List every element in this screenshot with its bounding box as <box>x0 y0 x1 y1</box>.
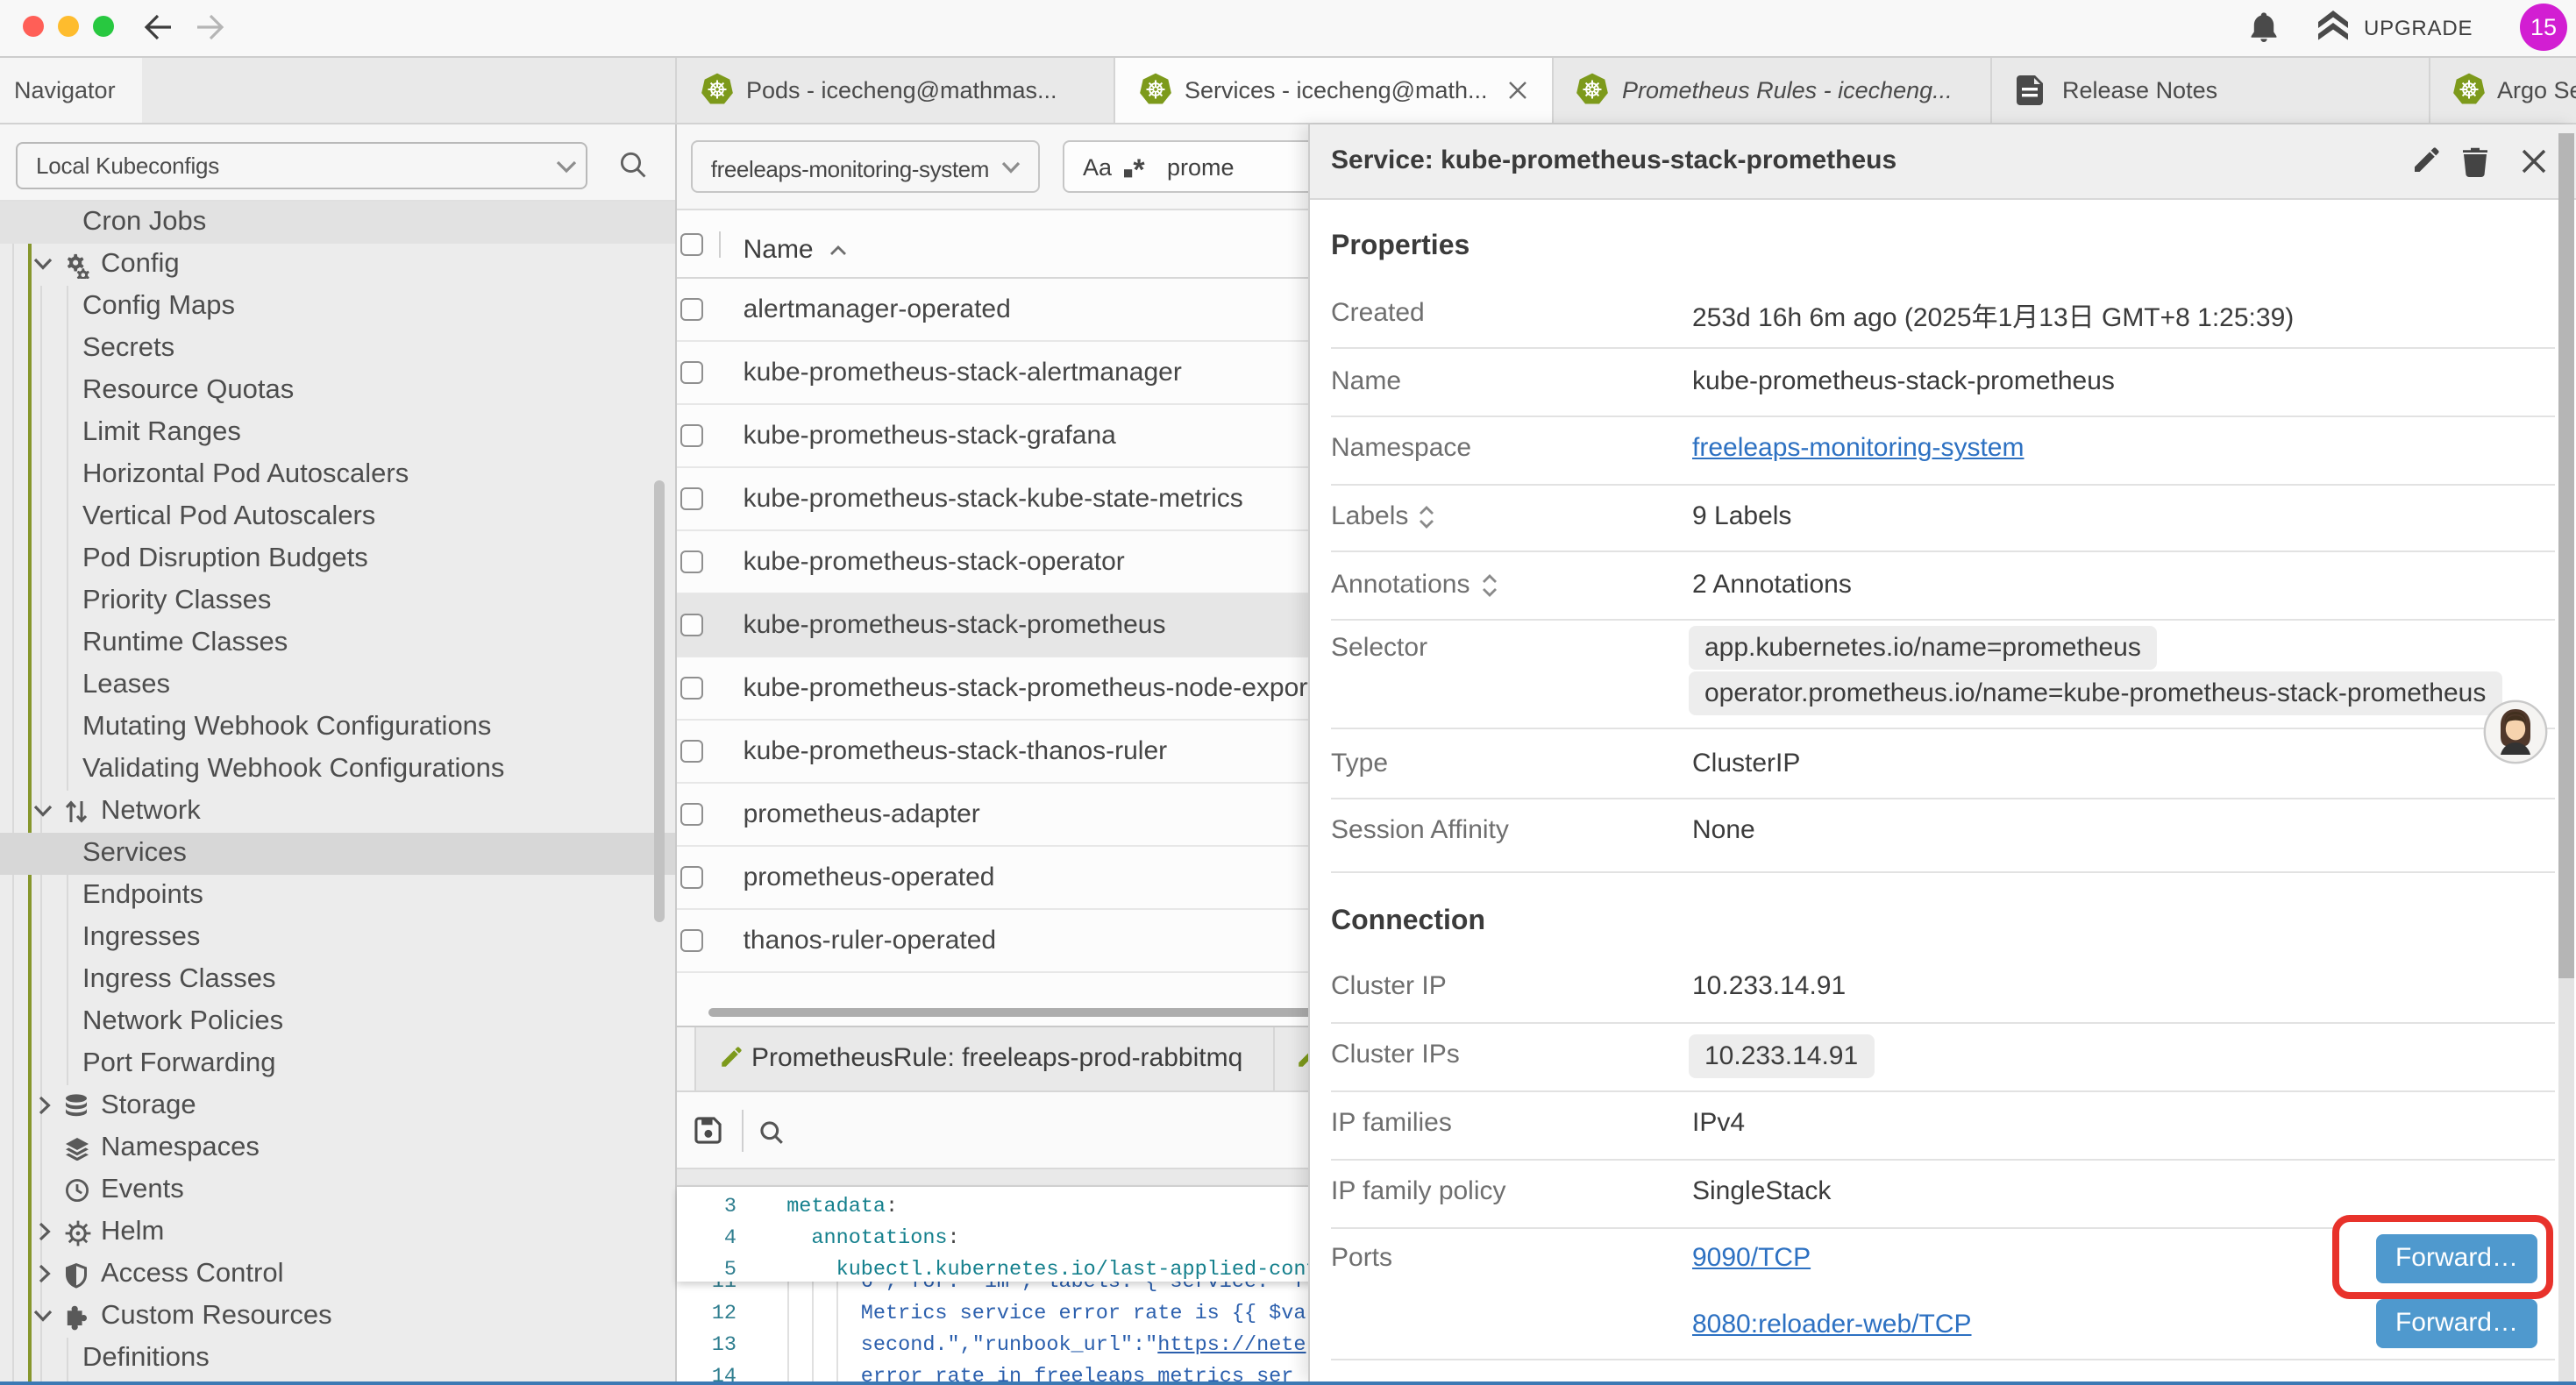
svg-text:*: * <box>1133 154 1145 181</box>
